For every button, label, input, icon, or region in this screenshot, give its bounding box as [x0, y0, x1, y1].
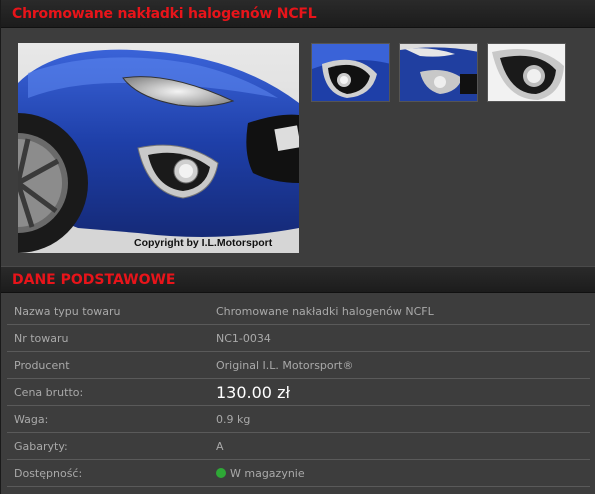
product-gallery: Copyright by I.L.Motorsport: [1, 28, 595, 263]
row-value-type: Chromowane nakładki halogenów NCFL: [216, 304, 434, 318]
row-label-type: Nazwa typu towaru: [14, 304, 121, 318]
gallery-thumbnail[interactable]: [399, 43, 478, 102]
row-label-dimensions: Gabaryty:: [14, 439, 68, 453]
table-row: Dostępność: W magazynie: [7, 460, 590, 487]
row-value-dimensions: A: [216, 439, 224, 453]
table-row: Nr towaru NC1-0034: [7, 325, 590, 352]
row-value-availability: W magazynie: [211, 467, 590, 480]
row-value-producer: Original I.L. Motorsport®: [216, 358, 354, 372]
row-label-weight: Waga:: [14, 412, 49, 426]
availability-status-icon: [216, 467, 226, 478]
gallery-thumbnail[interactable]: [487, 43, 566, 102]
row-value-weight: 0.9 kg: [216, 412, 251, 426]
product-page: Chromowane nakładki halogenów NCFL Copyr…: [0, 0, 595, 494]
product-title-bar: Chromowane nakładki halogenów NCFL: [1, 0, 595, 28]
car-front-image: [18, 43, 299, 253]
main-product-photo[interactable]: Copyright by I.L.Motorsport: [18, 43, 299, 253]
table-row: Waga: 0.9 kg: [7, 406, 590, 433]
table-row: Gabaryty: A: [7, 433, 590, 460]
thumb-3-image: [488, 44, 565, 101]
row-value-price: 130.00 zł: [216, 382, 291, 402]
row-label-price: Cena brutto:: [14, 385, 84, 399]
table-row: Cena brutto: 130.00 zł: [7, 379, 590, 406]
product-title: Chromowane nakładki halogenów NCFL: [12, 5, 317, 22]
gallery-thumbnail[interactable]: [311, 43, 390, 102]
row-label-item-number: Nr towaru: [14, 331, 69, 345]
row-label-producer: Producent: [14, 358, 70, 372]
thumb-2-image: [400, 44, 477, 101]
table-row: Nazwa typu towaru Chromowane nakładki ha…: [7, 298, 590, 325]
availability-text: W magazynie: [230, 466, 305, 480]
photo-copyright: Copyright by I.L.Motorsport: [134, 237, 273, 249]
row-value-item-number: NC1-0034: [216, 331, 271, 345]
section-header-basic-data: DANE PODSTAWOWE: [1, 266, 595, 293]
row-label-availability: Dostępność:: [14, 466, 83, 480]
table-row: Producent Original I.L. Motorsport®: [7, 352, 590, 379]
product-details-table: Nazwa typu towaru Chromowane nakładki ha…: [7, 298, 590, 487]
thumb-1-image: [312, 44, 389, 101]
section-title: DANE PODSTAWOWE: [12, 271, 176, 288]
